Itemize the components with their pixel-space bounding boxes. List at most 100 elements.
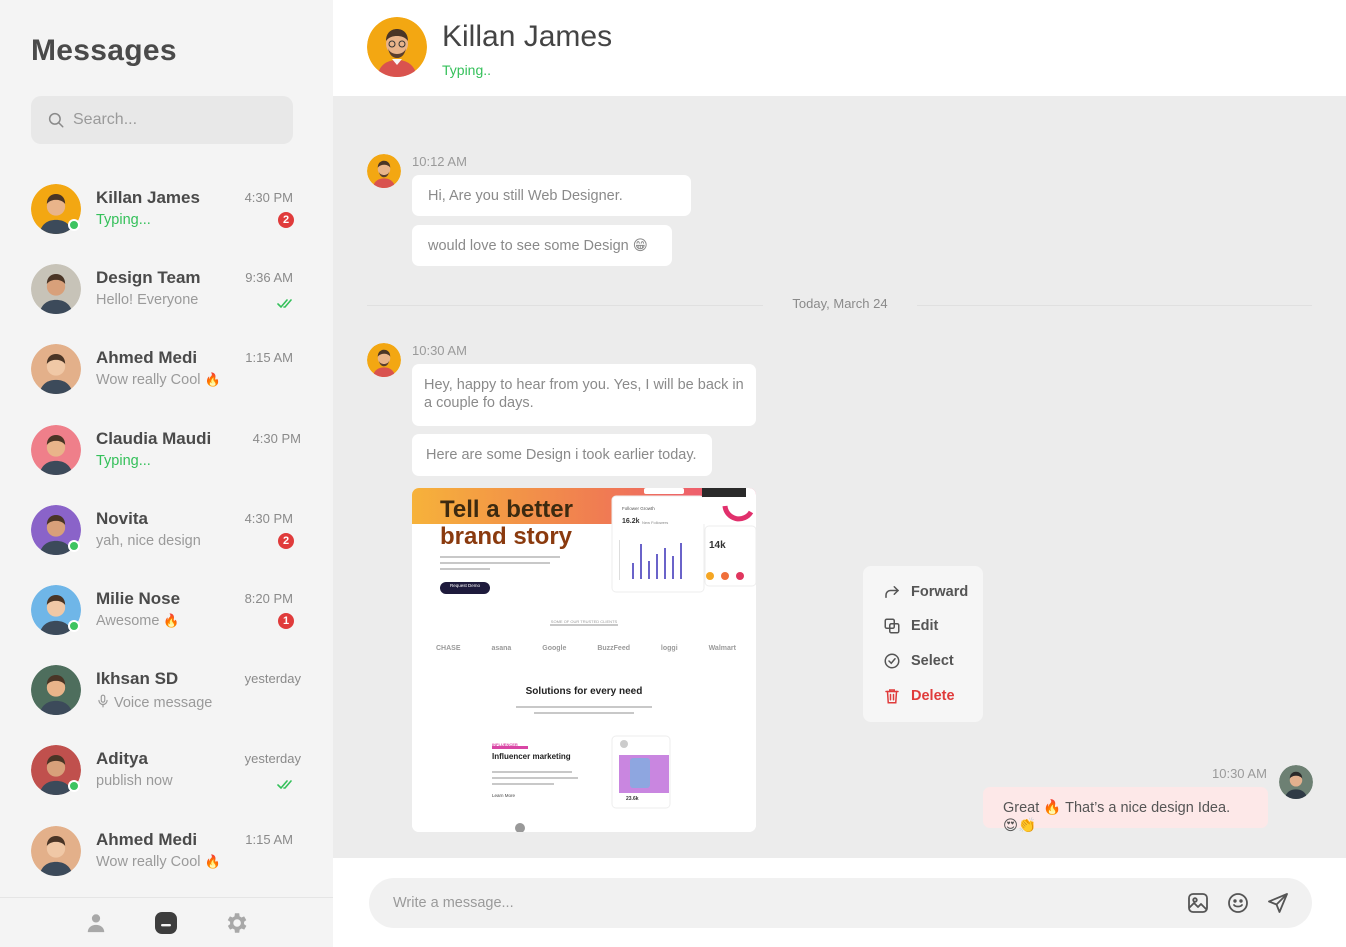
compose-bar xyxy=(369,878,1312,928)
conversation-time: yesterday xyxy=(244,671,301,687)
search-box[interactable] xyxy=(31,96,293,144)
profile-icon[interactable] xyxy=(83,910,109,936)
edit-menu-item[interactable]: Edit xyxy=(883,617,938,635)
forward-label: Forward xyxy=(911,584,969,600)
client-logo: Google xyxy=(542,645,567,652)
design-headline-1: Tell a better xyxy=(440,496,573,523)
sender-avatar[interactable] xyxy=(367,154,401,188)
contact-name: Killan James xyxy=(442,20,613,53)
message-bubble[interactable]: Here are some Design i took earlier toda… xyxy=(412,434,712,476)
conversation-item[interactable]: Claudia Maudi Typing... 4:30 PM xyxy=(0,409,333,489)
unread-badge: 1 xyxy=(278,612,294,629)
conversation-item[interactable]: Design Team Hello! Everyone 9:36 AM xyxy=(0,248,333,328)
sidebar-title: Messages xyxy=(31,34,177,67)
forward-menu-item[interactable]: Forward xyxy=(883,583,968,601)
message-context-menu: Forward Edit Select Delete xyxy=(863,566,983,722)
conversation-time: 4:30 PM xyxy=(244,510,293,526)
conversation-name: Ahmed Medi xyxy=(96,348,198,368)
trash-icon xyxy=(885,689,899,704)
avatar xyxy=(31,825,81,876)
conversation-preview: Hello! Everyone xyxy=(96,292,198,308)
conversation-item[interactable]: Ahmed Medi Wow really Cool 🔥 1:15 AM xyxy=(0,328,333,408)
unread-badge: 2 xyxy=(278,212,294,228)
conversation-item[interactable]: Ahmed Medi Wow really Cool 🔥 1:15 AM xyxy=(0,810,333,890)
sidebar: Messages Killan James Typing... 4:30 PM 2 De… xyxy=(0,0,333,947)
conversation-preview: Awesome 🔥 xyxy=(96,613,180,629)
design-client-logos: CHASE asana Google BuzzFeed loggi Walmar… xyxy=(436,645,736,652)
online-indicator xyxy=(68,780,80,793)
conversation-name: Killan James xyxy=(96,188,200,207)
conversation-name: Ikhsan SD xyxy=(96,669,179,689)
search-icon xyxy=(48,112,64,128)
conversation-item[interactable]: Ikhsan SD Voice message yesterday xyxy=(0,649,333,729)
design-cta: Request Demo xyxy=(449,583,480,588)
design-likes: 23.6k xyxy=(626,796,639,802)
design-stat-value: 16.2k xyxy=(622,518,640,525)
delete-menu-item[interactable]: Delete xyxy=(883,687,955,705)
online-indicator xyxy=(68,619,80,632)
client-logo: loggi xyxy=(660,645,678,652)
conversation-preview: Wow really Cool 🔥 xyxy=(96,372,221,388)
unread-badge: 2 xyxy=(278,532,294,549)
preview-text: Awesome xyxy=(96,612,160,629)
conversation-item[interactable]: Aditya publish now yesterday xyxy=(0,729,333,809)
fire-emoji: 🔥 xyxy=(163,612,180,628)
send-icon[interactable] xyxy=(1266,891,1290,915)
microphone-icon xyxy=(96,693,110,713)
edit-label: Edit xyxy=(911,618,939,634)
my-avatar[interactable] xyxy=(1279,765,1313,799)
sender-avatar[interactable] xyxy=(367,343,401,377)
design-card-value: 14k xyxy=(709,540,726,551)
conversation-item[interactable]: Novita yah, nice design 4:30 PM 2 xyxy=(0,489,333,569)
design-clients-label: SOME OF OUR TRUSTED CLIENTS xyxy=(550,619,618,624)
chat-header: Killan James Typing.. xyxy=(333,0,1346,96)
message-bubble[interactable]: would love to see some Design 😁 xyxy=(412,225,672,266)
design-feature-title: Influencer marketing xyxy=(492,752,571,761)
conversation-preview: yah, nice design xyxy=(96,533,201,549)
client-logo: BuzzFeed xyxy=(597,645,630,652)
client-logo: asana xyxy=(491,645,512,652)
message-time: 10:30 AM xyxy=(1212,766,1267,781)
conversation-name: Ahmed Medi xyxy=(96,829,198,849)
preview-text: Typing... xyxy=(96,212,151,228)
conversation-preview: Typing... xyxy=(96,212,151,228)
conversation-preview: publish now xyxy=(96,773,173,789)
conversation-name: Aditya xyxy=(96,749,148,769)
message-time: 10:30 AM xyxy=(412,343,467,358)
preview-text: publish now xyxy=(96,773,173,790)
shared-design-image[interactable]: Tell a better brand story Follower Growt… xyxy=(412,488,756,832)
conversation-item[interactable]: Milie Nose Awesome 🔥 8:20 PM 1 xyxy=(0,569,333,649)
search-input[interactable] xyxy=(73,111,273,129)
my-message-bubble[interactable]: Great 🔥 That’s a nice design Idea. 😍👏 xyxy=(983,787,1268,834)
conversation-name: Claudia Maudi xyxy=(96,428,212,448)
compose-area xyxy=(333,858,1346,947)
conversation-time: yesterday xyxy=(244,751,301,767)
design-headline-2: brand story xyxy=(440,523,573,550)
double-check-icon xyxy=(277,296,295,309)
message-bubble[interactable]: Hey, happy to hear from you. Yes, I will… xyxy=(412,364,756,426)
preview-text: Typing... xyxy=(96,452,151,469)
message-input[interactable] xyxy=(393,895,1153,911)
preview-text: yah, nice design xyxy=(96,532,201,549)
select-label: Select xyxy=(911,653,954,669)
conversation-time: 4:30 PM xyxy=(252,430,301,446)
design-stat-sub: New Followers xyxy=(642,520,669,525)
preview-text: Hello! Everyone xyxy=(96,292,199,309)
chat-icon[interactable] xyxy=(153,910,179,936)
conversation-time: 1:15 AM xyxy=(245,350,293,366)
select-menu-item[interactable]: Select xyxy=(883,652,954,670)
conversation-time: 8:20 PM xyxy=(244,590,293,606)
contact-status: Typing.. xyxy=(442,62,492,78)
conversation-time: 9:36 AM xyxy=(245,270,293,286)
conversation-item[interactable]: Killan James Typing... 4:30 PM 2 xyxy=(0,168,333,248)
client-logo: CHASE xyxy=(436,645,461,652)
image-attach-icon[interactable] xyxy=(1186,891,1210,915)
settings-gear-icon[interactable] xyxy=(223,910,249,936)
emoji-icon[interactable] xyxy=(1226,891,1250,915)
contact-avatar[interactable] xyxy=(367,17,427,77)
avatar xyxy=(31,344,81,395)
delete-label: Delete xyxy=(911,688,955,704)
conversation-name: Design Team xyxy=(96,268,201,288)
message-bubble[interactable]: Hi, Are you still Web Designer. xyxy=(412,175,691,216)
avatar xyxy=(31,424,81,475)
